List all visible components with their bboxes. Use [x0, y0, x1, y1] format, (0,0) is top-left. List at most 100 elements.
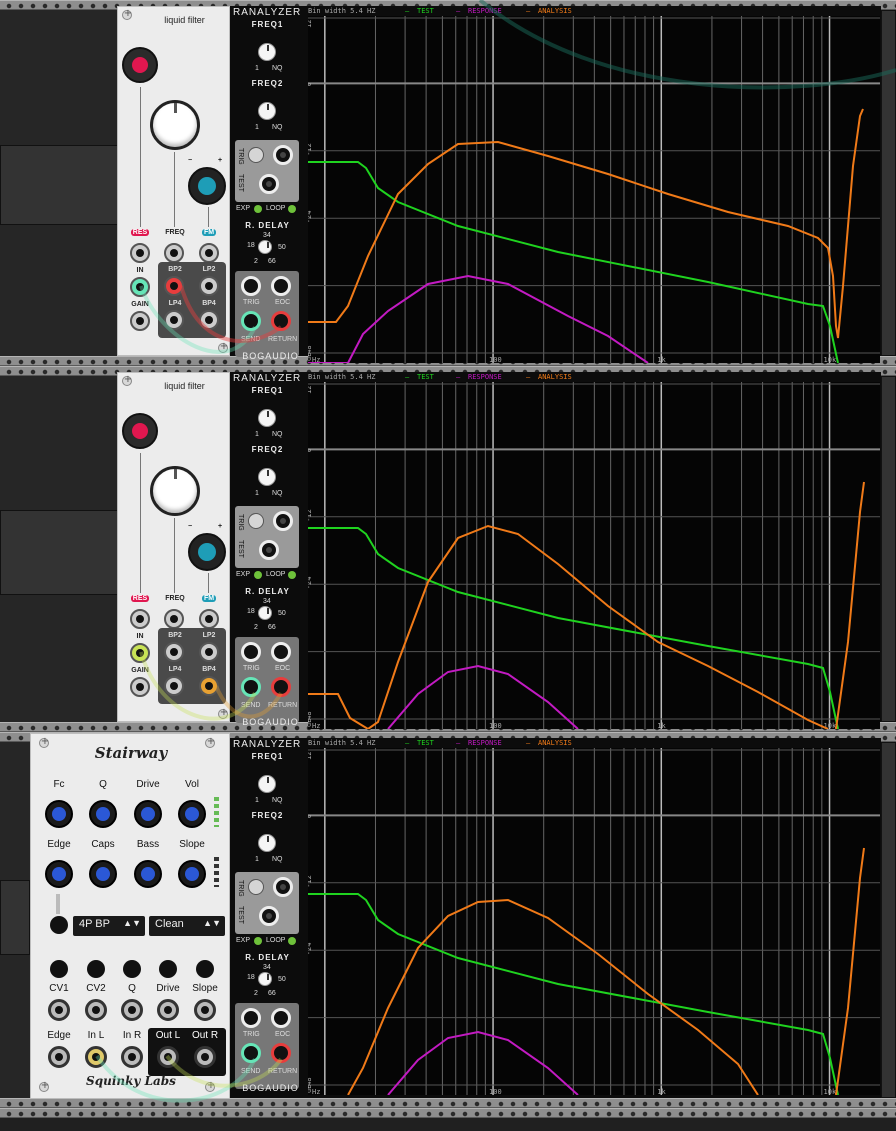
- trig-out-jack[interactable]: [241, 1008, 261, 1028]
- test-out-jack[interactable]: [259, 906, 279, 926]
- freq1-knob[interactable]: [258, 43, 276, 61]
- loop-toggle[interactable]: [288, 571, 296, 579]
- bp4-out-jack[interactable]: [199, 676, 219, 696]
- ranalyzer-module: RANALYZER Bin width 5.4 HZ — TEST — RESP…: [230, 738, 881, 1098]
- lp4-out-jack[interactable]: [164, 310, 184, 330]
- freq1-max-label: NQ: [272, 797, 283, 804]
- send-jack[interactable]: [241, 311, 261, 331]
- rdelay-knob[interactable]: [258, 606, 272, 620]
- frequency-knob[interactable]: [150, 100, 200, 150]
- gain-cv-jack[interactable]: [130, 677, 150, 697]
- lp2-out-jack[interactable]: [199, 276, 219, 296]
- loop-toggle[interactable]: [288, 205, 296, 213]
- bp2-out-jack[interactable]: [164, 276, 184, 296]
- slope-cv-label: Slope: [192, 983, 218, 994]
- drive-cv-jack[interactable]: [157, 999, 179, 1021]
- rdelay-knob[interactable]: [258, 240, 272, 254]
- cv1-trim-knob[interactable]: [50, 960, 68, 978]
- freq1-knob[interactable]: [258, 775, 276, 793]
- freq-cv-jack[interactable]: [164, 243, 184, 263]
- fm-amount-knob[interactable]: [188, 167, 226, 205]
- res-cv-jack[interactable]: [130, 243, 150, 263]
- eoc-jack[interactable]: [271, 1008, 291, 1028]
- fm-cv-jack[interactable]: [199, 243, 219, 263]
- eoc-jack[interactable]: [271, 642, 291, 662]
- bp4-label: BP4: [202, 300, 216, 307]
- fm-amount-knob[interactable]: [188, 533, 226, 571]
- in-l-jack[interactable]: [85, 1046, 107, 1068]
- trig-in-jack[interactable]: [273, 877, 293, 897]
- caps-knob[interactable]: [89, 860, 117, 888]
- q-cv-jack[interactable]: [121, 999, 143, 1021]
- background-module: [881, 10, 896, 356]
- trim-knob[interactable]: [50, 916, 68, 934]
- q-trim-knob[interactable]: [123, 960, 141, 978]
- trim-slider[interactable]: [56, 894, 60, 914]
- q-knob[interactable]: [89, 800, 117, 828]
- return-jack[interactable]: [271, 1043, 291, 1063]
- audio-in-jack[interactable]: [130, 277, 150, 297]
- bass-knob[interactable]: [134, 860, 162, 888]
- res-cv-jack[interactable]: [130, 609, 150, 629]
- trigger-button[interactable]: [248, 147, 264, 163]
- edge-knob[interactable]: [45, 860, 73, 888]
- resonance-knob[interactable]: [122, 47, 158, 83]
- bp4-out-jack[interactable]: [199, 310, 219, 330]
- bp2-out-jack[interactable]: [164, 642, 184, 662]
- edge-cv-jack[interactable]: [48, 1046, 70, 1068]
- drive-trim-knob[interactable]: [159, 960, 177, 978]
- send-jack[interactable]: [241, 1043, 261, 1063]
- vol-knob[interactable]: [178, 800, 206, 828]
- trigger-button[interactable]: [248, 879, 264, 895]
- trig-out-jack[interactable]: [241, 642, 261, 662]
- freq1-max-label: NQ: [272, 431, 283, 438]
- fm-cv-jack[interactable]: [199, 609, 219, 629]
- audio-in-jack[interactable]: [130, 643, 150, 663]
- test-out-jack[interactable]: [259, 174, 279, 194]
- freq2-knob[interactable]: [258, 102, 276, 120]
- out-r-jack[interactable]: [194, 1046, 216, 1068]
- lp2-label: LP2: [202, 266, 216, 273]
- fc-knob[interactable]: [45, 800, 73, 828]
- lp2-out-jack[interactable]: [199, 642, 219, 662]
- test-out-jack[interactable]: [259, 540, 279, 560]
- freq2-knob[interactable]: [258, 834, 276, 852]
- in-label: IN: [136, 267, 144, 274]
- slope-trim-knob[interactable]: [196, 960, 214, 978]
- trig-in-jack[interactable]: [273, 145, 293, 165]
- cv2-trim-knob[interactable]: [87, 960, 105, 978]
- lp4-out-jack[interactable]: [164, 676, 184, 696]
- slope-knob[interactable]: [178, 860, 206, 888]
- loop-toggle[interactable]: [288, 937, 296, 945]
- gain-cv-jack[interactable]: [130, 311, 150, 331]
- mode-select[interactable]: 4P BP ▲▼: [73, 916, 145, 936]
- resonance-knob[interactable]: [122, 413, 158, 449]
- rdelay-knob[interactable]: [258, 972, 272, 986]
- return-jack[interactable]: [271, 677, 291, 697]
- freq2-knob[interactable]: [258, 468, 276, 486]
- trig-in-jack[interactable]: [273, 511, 293, 531]
- trigger-button[interactable]: [248, 513, 264, 529]
- rack-rail: [0, 1108, 896, 1118]
- send-jack[interactable]: [241, 677, 261, 697]
- freq1-knob[interactable]: [258, 409, 276, 427]
- frequency-knob[interactable]: [150, 466, 200, 516]
- drive-knob[interactable]: [134, 800, 162, 828]
- in-r-jack[interactable]: [121, 1046, 143, 1068]
- y-tick-label: 12: [308, 752, 313, 760]
- slope-cv-jack[interactable]: [194, 999, 216, 1021]
- y-tick-label: 12: [308, 386, 313, 394]
- return-jack[interactable]: [271, 311, 291, 331]
- rdelay-tick: 2: [254, 624, 258, 631]
- voicing-select[interactable]: Clean ▲▼: [149, 916, 225, 936]
- out-l-jack[interactable]: [157, 1046, 179, 1068]
- exp-toggle[interactable]: [254, 205, 262, 213]
- exp-toggle[interactable]: [254, 571, 262, 579]
- trig-out-jack[interactable]: [241, 276, 261, 296]
- cv1-jack[interactable]: [48, 999, 70, 1021]
- eoc-jack[interactable]: [271, 276, 291, 296]
- freq-cv-jack[interactable]: [164, 609, 184, 629]
- exp-toggle[interactable]: [254, 937, 262, 945]
- background-module: [0, 145, 118, 225]
- cv2-jack[interactable]: [85, 999, 107, 1021]
